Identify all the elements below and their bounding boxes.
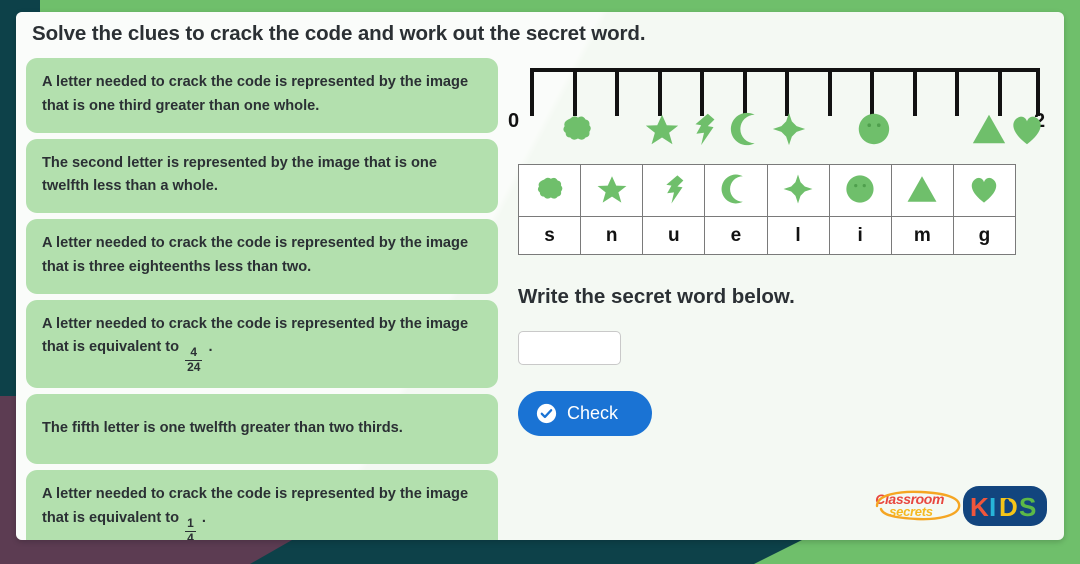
fraction-denominator: 4: [185, 531, 196, 540]
cloud-icon: [562, 116, 591, 140]
logo-group: Classroom secrets K I D S: [873, 484, 1048, 528]
key-icon-cell: [580, 164, 644, 217]
key-icon-cell: [952, 164, 1017, 217]
key-table: snuelimg: [517, 164, 1017, 255]
face-icon: [858, 113, 890, 145]
check-circle-icon: [536, 403, 557, 424]
key-letter-cell: e: [704, 216, 768, 255]
star-icon-wrap: [594, 171, 630, 207]
key-letter-cell: u: [642, 216, 706, 255]
key-icon-cell: [517, 164, 582, 217]
face-icon-wrap: [842, 171, 878, 207]
cloud-icon: [537, 177, 562, 199]
clue-text: A letter needed to crack the code is rep…: [42, 235, 469, 275]
moon-icon: [730, 112, 755, 146]
number-line-heart-icon: [1006, 108, 1048, 150]
key-letter-cell: s: [517, 216, 582, 255]
number-line-compass-icon: [768, 108, 810, 150]
classroom-secrets-line2: secrets: [889, 504, 933, 520]
svg-text:S: S: [1019, 492, 1036, 522]
clue-text: A letter needed to crack the code is rep…: [42, 74, 469, 114]
compass-icon-wrap: [780, 171, 816, 207]
key-table-icon-row: [517, 164, 1017, 217]
clue-text: A letter needed to crack the code is rep…: [42, 315, 469, 375]
heart-icon: [972, 177, 997, 203]
clue-text: A letter needed to crack the code is rep…: [42, 483, 484, 540]
number-line-start-label: 0: [508, 110, 520, 132]
clue-list: A letter needed to crack the code is rep…: [26, 58, 498, 540]
key-icon-cell: [828, 164, 892, 217]
classroom-secrets-logo: Classroom secrets: [873, 490, 961, 522]
number-line-tick: [955, 68, 959, 116]
clue-item: The second letter is represented by the …: [26, 138, 498, 214]
lightning-icon-wrap: [656, 171, 692, 207]
key-icon-cell: [766, 164, 830, 217]
heart-icon-wrap: [966, 171, 1002, 207]
number-line-face-icon: [853, 108, 895, 150]
clue-item: A letter needed to crack the code is rep…: [26, 219, 498, 294]
triangle-icon: [972, 114, 1005, 144]
number-line: 0 2: [508, 58, 1060, 158]
svg-text:I: I: [989, 492, 996, 522]
number-line-tick: [912, 68, 917, 116]
triangle-icon-wrap: [904, 171, 940, 207]
key-letter-cell: n: [580, 216, 644, 255]
clue-item: A letter needed to crack the code is rep…: [26, 470, 498, 540]
key-icon-cell: [704, 164, 768, 217]
number-line-tick: [530, 68, 534, 116]
fraction: 4 24: [185, 345, 203, 375]
fraction-numerator: 1: [187, 516, 194, 531]
fraction: 14: [185, 516, 196, 540]
fraction-numerator: 4: [190, 345, 198, 360]
key-letter-cell: i: [828, 216, 892, 255]
lightning-icon: [666, 174, 684, 203]
page-title: Solve the clues to crack the code and wo…: [32, 22, 646, 45]
clue-text: The fifth letter is one twelfth greater …: [42, 420, 403, 437]
lightning-icon: [695, 113, 715, 146]
number-line-cloud-icon: [556, 108, 598, 150]
number-line-moon-icon: [726, 108, 768, 150]
key-letter-cell: m: [890, 216, 954, 255]
svg-text:K: K: [970, 492, 989, 522]
fraction-denominator: 24: [185, 360, 203, 375]
key-letter-cell: g: [952, 216, 1017, 255]
number-line-triangle-icon: [968, 108, 1010, 150]
compass-icon: [783, 174, 813, 203]
key-table-letter-row: snuelimg: [517, 216, 1017, 255]
star-icon: [597, 175, 627, 203]
heart-icon: [1013, 116, 1041, 145]
activity-card: Solve the clues to crack the code and wo…: [16, 12, 1064, 540]
kids-logo: K I D S: [963, 486, 1047, 526]
cloud-icon-wrap: [532, 171, 568, 207]
key-letter-cell: l: [766, 216, 830, 255]
check-button-label: Check: [567, 403, 619, 423]
secret-word-input[interactable]: [518, 331, 621, 365]
moon-icon-wrap: [718, 171, 754, 207]
key-icon-cell: [890, 164, 954, 217]
answer-prompt: Write the secret word below.: [518, 285, 795, 308]
face-icon: [846, 174, 874, 203]
number-line-tick: [827, 68, 832, 116]
check-button[interactable]: Check: [518, 391, 652, 436]
clue-item: The fifth letter is one twelfth greater …: [26, 394, 498, 465]
moon-icon: [721, 174, 743, 203]
right-panel: 0 2 snuelimg Write the secret word below…: [508, 58, 1060, 436]
svg-text:D: D: [999, 492, 1018, 522]
star-icon: [645, 114, 678, 145]
key-icon-cell: [642, 164, 706, 217]
clue-item: A letter needed to crack the code is rep…: [26, 299, 498, 389]
compass-icon: [772, 112, 806, 146]
number-line-tick: [615, 68, 619, 116]
slide-root: Solve the clues to crack the code and wo…: [0, 0, 1080, 564]
number-line-lightning-icon: [683, 108, 725, 150]
number-line-star-icon: [641, 108, 683, 150]
clue-text: The second letter is represented by the …: [42, 154, 437, 195]
triangle-icon: [907, 175, 937, 202]
clue-item: A letter needed to crack the code is rep…: [26, 58, 498, 133]
